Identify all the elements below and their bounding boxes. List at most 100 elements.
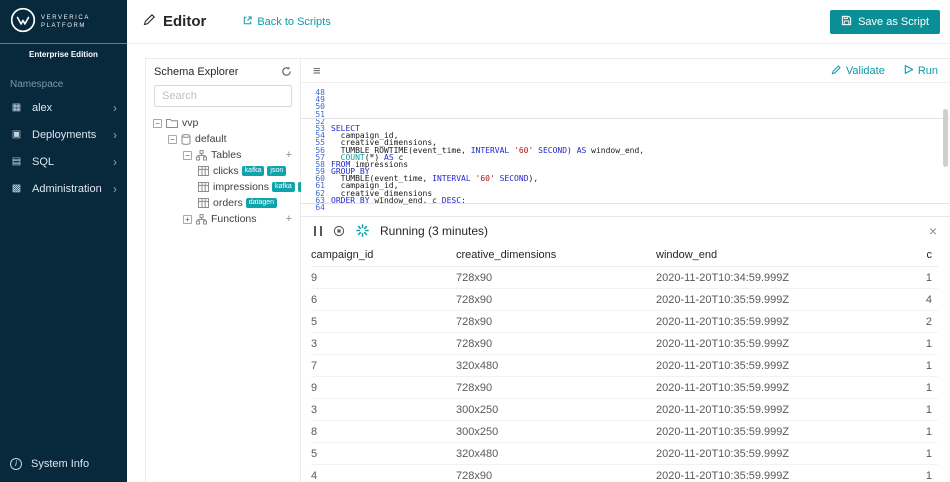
- code-line-50: [331, 103, 950, 110]
- code-line-56: TUMBLE_ROWTIME(event_time, INTERVAL '60'…: [331, 147, 950, 154]
- status-text: Running (3 minutes): [380, 224, 488, 238]
- sidebar-item-sql[interactable]: ▤SQL›: [0, 148, 127, 175]
- code-line-58: FROM impressions: [331, 161, 950, 168]
- chevron-right-icon: ›: [113, 128, 117, 142]
- collapse-icon[interactable]: −: [153, 119, 162, 128]
- table-row: 9728x902020-11-20T10:34:59.999Z1: [311, 267, 938, 289]
- table-row: 3300x2502020-11-20T10:35:59.999Z1: [311, 399, 938, 421]
- pause-icon[interactable]: [314, 226, 322, 236]
- table-item-clicks[interactable]: clickskafkajson: [146, 163, 300, 179]
- code-line-52: [331, 118, 950, 125]
- grid-icon: ▦: [10, 102, 23, 113]
- column-header-c: c: [893, 249, 938, 261]
- page-header: Editor Back to Scripts Save as Script: [127, 0, 950, 44]
- refresh-icon[interactable]: [281, 66, 292, 77]
- loading-spinner-icon: [356, 224, 369, 237]
- run-button[interactable]: Run: [903, 64, 938, 78]
- sidebar-menu: ▣Deployments›▤SQL›▩Administration›: [0, 121, 127, 202]
- code-line-51: [331, 111, 950, 118]
- tables-group-icon: [196, 150, 207, 161]
- code-line-48: [331, 89, 950, 96]
- editor-toolbar: ≡ Validate Run: [301, 59, 950, 83]
- tree-node-default[interactable]: − default: [146, 131, 300, 147]
- table-row: 3728x902020-11-20T10:35:59.999Z1: [311, 333, 938, 355]
- table-row: 4728x902020-11-20T10:35:59.999Z1: [311, 465, 938, 482]
- table-item-impressions[interactable]: impressionskafkajson: [146, 179, 300, 195]
- validate-button[interactable]: Validate: [831, 64, 885, 78]
- table-row: 5320x4802020-11-20T10:35:59.999Z1: [311, 443, 938, 465]
- close-results-icon[interactable]: ×: [929, 224, 937, 238]
- add-table-button[interactable]: +: [286, 149, 292, 161]
- functions-group-icon: [196, 214, 207, 225]
- code-line-60: TUMBLE(event_time, INTERVAL '60' SECOND)…: [331, 175, 950, 182]
- sidebar-item-system-info[interactable]: i System Info: [0, 450, 127, 477]
- edit-icon: [143, 13, 156, 31]
- schema-explorer-title: Schema Explorer: [154, 66, 238, 78]
- expand-icon[interactable]: +: [183, 215, 192, 224]
- page-title: Editor: [163, 13, 206, 30]
- table-row: 8300x2502020-11-20T10:35:59.999Z1: [311, 421, 938, 443]
- ververica-logo-icon: [10, 7, 36, 36]
- results-header-row: campaign_idcreative_dimensionswindow_end…: [311, 244, 938, 267]
- schema-search-input[interactable]: [154, 85, 292, 107]
- column-header-campaign_id: campaign_id: [311, 249, 456, 261]
- table-icon: [198, 166, 209, 176]
- results-rows: 9728x902020-11-20T10:34:59.999Z16728x902…: [311, 267, 938, 482]
- results-table: campaign_idcreative_dimensionswindow_end…: [301, 244, 950, 482]
- code-lines: SELECT campaign_id, creative_dimensions,…: [331, 83, 950, 216]
- tag-kafka: kafka: [272, 182, 295, 192]
- tag-json: json: [267, 166, 286, 176]
- info-icon: i: [10, 458, 22, 470]
- brand: VERVERICAPLATFORM: [0, 0, 127, 44]
- tree-node-vvp[interactable]: − vvp: [146, 115, 300, 131]
- table-icon: [198, 198, 209, 208]
- code-line-53: SELECT: [331, 125, 950, 132]
- sql-editor[interactable]: 4849505152535455565758596061626364 SELEC…: [301, 83, 950, 217]
- code-gutter: 4849505152535455565758596061626364: [301, 83, 331, 216]
- save-as-script-button[interactable]: Save as Script: [830, 10, 940, 34]
- catalog-folder-icon: [166, 118, 178, 128]
- chevron-right-icon: ›: [113, 155, 117, 169]
- sidebar-item-administration[interactable]: ▩Administration›: [0, 175, 127, 202]
- stop-icon[interactable]: [333, 225, 345, 237]
- tree-node-functions[interactable]: + Functions +: [146, 211, 300, 227]
- tables-list: clickskafkajsonimpressionskafkajsonorder…: [146, 163, 300, 211]
- add-function-button[interactable]: +: [286, 213, 292, 225]
- collapse-icon[interactable]: −: [168, 135, 177, 144]
- schema-explorer-panel: Schema Explorer − vvp −: [145, 58, 301, 482]
- editor-scrollbar[interactable]: [943, 109, 948, 167]
- table-item-orders[interactable]: ordersdatagen: [146, 195, 300, 211]
- tag-datagen: datagen: [246, 198, 277, 208]
- back-to-scripts-link[interactable]: Back to Scripts: [242, 15, 330, 29]
- code-line-49: [331, 96, 950, 103]
- collapse-icon[interactable]: −: [183, 151, 192, 160]
- deployments-icon: ▣: [10, 129, 23, 140]
- sidebar: VERVERICAPLATFORM Enterprise Edition Nam…: [0, 0, 127, 482]
- column-header-creative_dimensions: creative_dimensions: [456, 249, 656, 261]
- chevron-right-icon: ›: [113, 101, 117, 115]
- table-icon: [198, 182, 209, 192]
- results-header: Running (3 minutes) ×: [301, 217, 950, 244]
- schema-tree: − vvp − default −: [146, 115, 300, 227]
- content: Schema Explorer − vvp −: [127, 44, 950, 482]
- save-icon: [841, 15, 852, 29]
- editor-menu-icon[interactable]: ≡: [313, 64, 321, 77]
- column-header-window_end: window_end: [656, 249, 893, 261]
- database-icon: [181, 134, 191, 145]
- namespace-label: Namespace: [0, 63, 127, 94]
- main-area: Editor Back to Scripts Save as Script Sc…: [127, 0, 950, 482]
- admin-icon: ▩: [10, 183, 23, 194]
- back-icon: [242, 15, 253, 29]
- sidebar-item-deployments[interactable]: ▣Deployments›: [0, 121, 127, 148]
- schema-explorer-header: Schema Explorer: [146, 59, 300, 84]
- tag-kafka: kafka: [242, 166, 265, 176]
- code-line-57: COUNT(*) AS c: [331, 154, 950, 161]
- table-row: 6728x902020-11-20T10:35:59.999Z4: [311, 289, 938, 311]
- run-icon: [903, 64, 914, 78]
- table-row: 9728x902020-11-20T10:35:59.999Z1: [311, 377, 938, 399]
- table-row: 7320x4802020-11-20T10:35:59.999Z1: [311, 355, 938, 377]
- namespace-selector[interactable]: ▦ alex ›: [0, 94, 127, 121]
- table-row: 5728x902020-11-20T10:35:59.999Z2: [311, 311, 938, 333]
- tree-node-tables[interactable]: − Tables +: [146, 147, 300, 163]
- code-line-63: ORDER BY window_end, c DESC;: [331, 197, 950, 204]
